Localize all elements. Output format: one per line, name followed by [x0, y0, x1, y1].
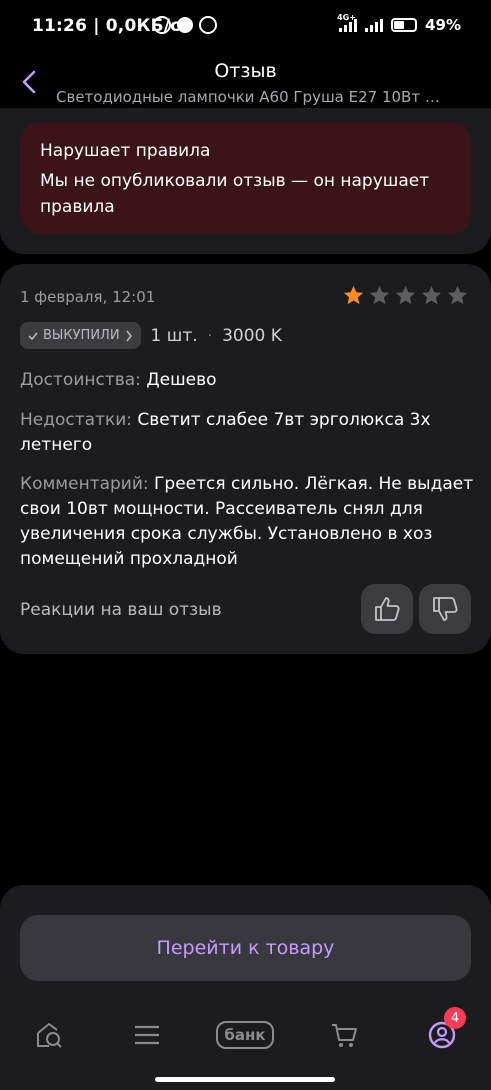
purchased-badge[interactable]: ВЫКУПИЛИ — [20, 322, 141, 349]
header: Отзыв Светодиодные лампочки А60 Груша E2… — [0, 56, 491, 116]
signal-2-icon — [365, 18, 384, 32]
menu-icon — [135, 1025, 159, 1045]
star-icon — [395, 285, 416, 305]
quantity: 1 шт. — [150, 325, 198, 346]
like-button[interactable] — [361, 584, 413, 634]
review-comment: Комментарий: Греется сильно. Лёгкая. Не … — [20, 472, 475, 572]
review-cons: Недостатки: Светит слабее 7вт эрголюкса … — [20, 408, 475, 458]
battery-icon — [391, 18, 418, 32]
review-date: 1 февраля, 12:01 — [20, 288, 156, 306]
violation-title: Нарушает правила — [40, 141, 211, 161]
status-right: 4G+ 49% — [337, 14, 461, 35]
go-to-product-button[interactable]: Перейти к товару — [20, 915, 471, 981]
review-meta: ВЫКУПИЛИ 1 шт. · 3000 K — [20, 322, 282, 349]
home-search-icon — [37, 1023, 62, 1048]
signal-1-icon: 4G+ — [337, 14, 358, 32]
product-name[interactable]: Светодиодные лампочки А60 Груша E27 10Вт… — [56, 88, 446, 106]
status-notification-icons — [153, 16, 217, 34]
tab-profile[interactable]: 4 — [422, 1007, 466, 1053]
star-icon — [421, 285, 442, 305]
purchased-label: ВЫКУПИЛИ — [43, 328, 120, 343]
violation-text: Мы не опубликовали отзыв — он нарушает п… — [40, 171, 430, 217]
page-title: Отзыв — [214, 60, 277, 82]
star-icon — [369, 285, 390, 305]
violation-section: Нарушает правила Мы не опубликовали отзы… — [0, 108, 491, 254]
review-pros: Достоинства: Дешево — [20, 368, 475, 393]
star-icon — [447, 285, 468, 305]
status-bar: 11:26 | 0,0КБ/с 4G+ 49% — [0, 0, 491, 56]
review-card: 1 февраля, 12:01 ВЫКУПИЛИ 1 шт. · 3000 K… — [0, 264, 491, 654]
violation-banner: Нарушает правила Мы не опубликовали отзы… — [20, 122, 471, 234]
variant-size: 3000 K — [222, 325, 282, 346]
tab-cart[interactable] — [324, 1017, 364, 1053]
meta-separator: · — [207, 327, 213, 344]
pros-label: Достоинства: — [20, 370, 141, 390]
star-icon — [343, 285, 364, 305]
cons-label: Недостатки: — [20, 410, 133, 430]
bank-icon: банк — [216, 1021, 274, 1049]
tab-bar: банк 4 — [0, 1005, 491, 1065]
comment-label: Комментарий: — [20, 474, 149, 494]
tab-catalog[interactable] — [127, 1017, 167, 1053]
tab-home[interactable] — [29, 1017, 69, 1053]
bank-label: банк — [224, 1026, 266, 1044]
thumb-down-icon — [433, 597, 458, 621]
chat-notification-icon — [199, 16, 217, 34]
chevron-right-icon — [125, 330, 132, 341]
app-notification-icon — [177, 17, 193, 33]
cart-icon — [332, 1024, 357, 1047]
dislike-button[interactable] — [419, 584, 471, 634]
reactions-label: Реакции на ваш отзыв — [20, 600, 222, 620]
pros-text: Дешево — [146, 370, 217, 390]
battery-level: 49% — [425, 16, 461, 34]
profile-badge: 4 — [444, 1007, 466, 1029]
tab-bank[interactable]: банк — [212, 1017, 278, 1053]
bottom-panel: Перейти к товару банк 4 — [0, 885, 491, 1090]
thumb-up-icon — [375, 597, 400, 621]
check-icon — [28, 331, 38, 340]
network-type: 4G+ — [337, 13, 356, 22]
rating-stars — [342, 284, 469, 307]
home-indicator[interactable] — [155, 1077, 335, 1082]
alarm-icon — [153, 16, 171, 34]
